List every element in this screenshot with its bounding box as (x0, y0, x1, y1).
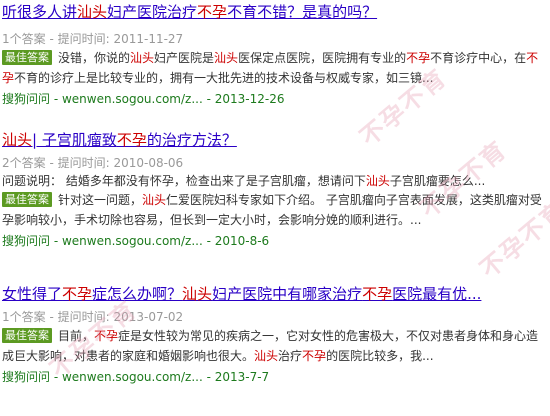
question-highlight: 汕头 (365, 174, 390, 188)
snippet-highlight: 不孕 (94, 329, 119, 343)
title-highlight: 汕头 (2, 131, 33, 149)
result-meta: 1个答案 - 提问时间: 2011-11-27 (2, 32, 184, 46)
snippet-text: 不育诊疗中心，在 (430, 51, 527, 65)
result-title-link[interactable]: 女性得了不孕症怎么办啊？汕头妇产医院中有哪家治疗不孕医院最有优... (2, 284, 548, 304)
search-result: 听很多人讲汕头妇产医院治疗不孕不育不错？是真的吗？ 1个答案 - 提问时间: 2… (2, 2, 548, 108)
snippet-text: 妇产医院是 (154, 51, 215, 65)
best-answer-badge: 最佳答案 (2, 192, 52, 207)
title-text: | 子宫肌瘤致 (32, 131, 117, 149)
snippet-text: 目前， (58, 329, 95, 343)
result-title-link[interactable]: 听很多人讲汕头妇产医院治疗不孕不育不错？是真的吗？ (2, 2, 548, 22)
title-highlight: 不孕 (197, 3, 228, 21)
snippet-highlight: 汕头 (214, 51, 239, 65)
result-meta: 2个答案 - 提问时间: 2010-08-06 (2, 156, 184, 170)
title-text: 医院最有优... (392, 285, 482, 303)
snippet-highlight: 汕头 (130, 51, 155, 65)
snippet-highlight: 汕头 (142, 193, 167, 207)
title-highlight: 不孕 (62, 285, 93, 303)
title-highlight: 汕头 (182, 285, 213, 303)
title-highlight: 不孕 (116, 131, 147, 149)
title-highlight: 汕头 (77, 3, 108, 21)
title-text: 妇产医院中有哪家治疗 (212, 285, 363, 303)
result-source-link[interactable]: 搜狗问问 - wenwen.sogou.com/z... - 2013-7-7 (2, 368, 548, 386)
title-text: 不育不错？是真的吗？ (227, 3, 378, 21)
question-description: 问题说明： 结婚多年都没有怀孕，检查出来了是子宫肌瘤，想请问下汕头子宫肌瘤要怎么… (2, 172, 548, 190)
result-source-link[interactable]: 搜狗问问 - wenwen.sogou.com/z... - 2010-8-6 (2, 232, 548, 250)
best-answer-snippet: 最佳答案 针对这一问题，汕头仁爱医院妇科专家如下介绍。 子宫肌瘤向子宫表面发展，这… (2, 190, 548, 230)
snippet-highlight: 不孕 (302, 349, 327, 363)
result-title-link[interactable]: 汕头| 子宫肌瘤致不孕的治疗方法？ (2, 130, 548, 150)
title-highlight: 不孕 (362, 285, 393, 303)
title-text: 女性得了 (2, 285, 63, 303)
best-answer-badge: 最佳答案 (2, 328, 52, 343)
best-answer-snippet: 最佳答案 没错，你说的汕头妇产医院是汕头医保定点医院，医院拥有专业的不孕不育诊疗中… (2, 48, 548, 88)
title-text: 听很多人讲 (2, 3, 78, 21)
title-text: 的治疗方法？ (146, 131, 237, 149)
best-answer-badge: 最佳答案 (2, 50, 52, 65)
snippet-text: 没错，你说的 (58, 51, 131, 65)
snippet-text: 医保定点医院，医院拥有专业的 (238, 51, 407, 65)
result-meta: 1个答案 - 提问时间: 2013-07-02 (2, 310, 184, 324)
question-text: 问题说明： 结婚多年都没有怀孕，检查出来了是子宫肌瘤，想请问下 (2, 174, 366, 188)
search-results-page: 听很多人讲汕头妇产医院治疗不孕不育不错？是真的吗？ 1个答案 - 提问时间: 2… (0, 0, 550, 416)
question-text: 子宫肌瘤要怎么... (389, 174, 486, 188)
snippet-text: 不育的诊疗上是比较专业的，拥有一大批先进的技术设备与权威专家，如三镜... (14, 71, 434, 85)
snippet-text: 针对这一问题， (58, 193, 143, 207)
title-text: 妇产医院治疗 (107, 3, 198, 21)
result-source-link[interactable]: 搜狗问问 - wenwen.sogou.com/z... - 2013-12-2… (2, 90, 548, 108)
search-result: 汕头| 子宫肌瘤致不孕的治疗方法？ 2个答案 - 提问时间: 2010-08-0… (2, 130, 548, 250)
snippet-highlight: 不孕 (406, 51, 431, 65)
snippet-text: 的医院比较多，我... (326, 349, 434, 363)
snippet-highlight: 汕头 (254, 349, 279, 363)
search-result: 女性得了不孕症怎么办啊？汕头妇产医院中有哪家治疗不孕医院最有优... 1个答案 … (2, 284, 548, 386)
snippet-text: 治疗 (278, 349, 303, 363)
best-answer-snippet: 最佳答案 目前，不孕症是女性较为常见的疾病之一，它对女性的危害极大，不仅对患者身体… (2, 326, 548, 366)
title-text: 症怎么办啊？ (92, 285, 183, 303)
